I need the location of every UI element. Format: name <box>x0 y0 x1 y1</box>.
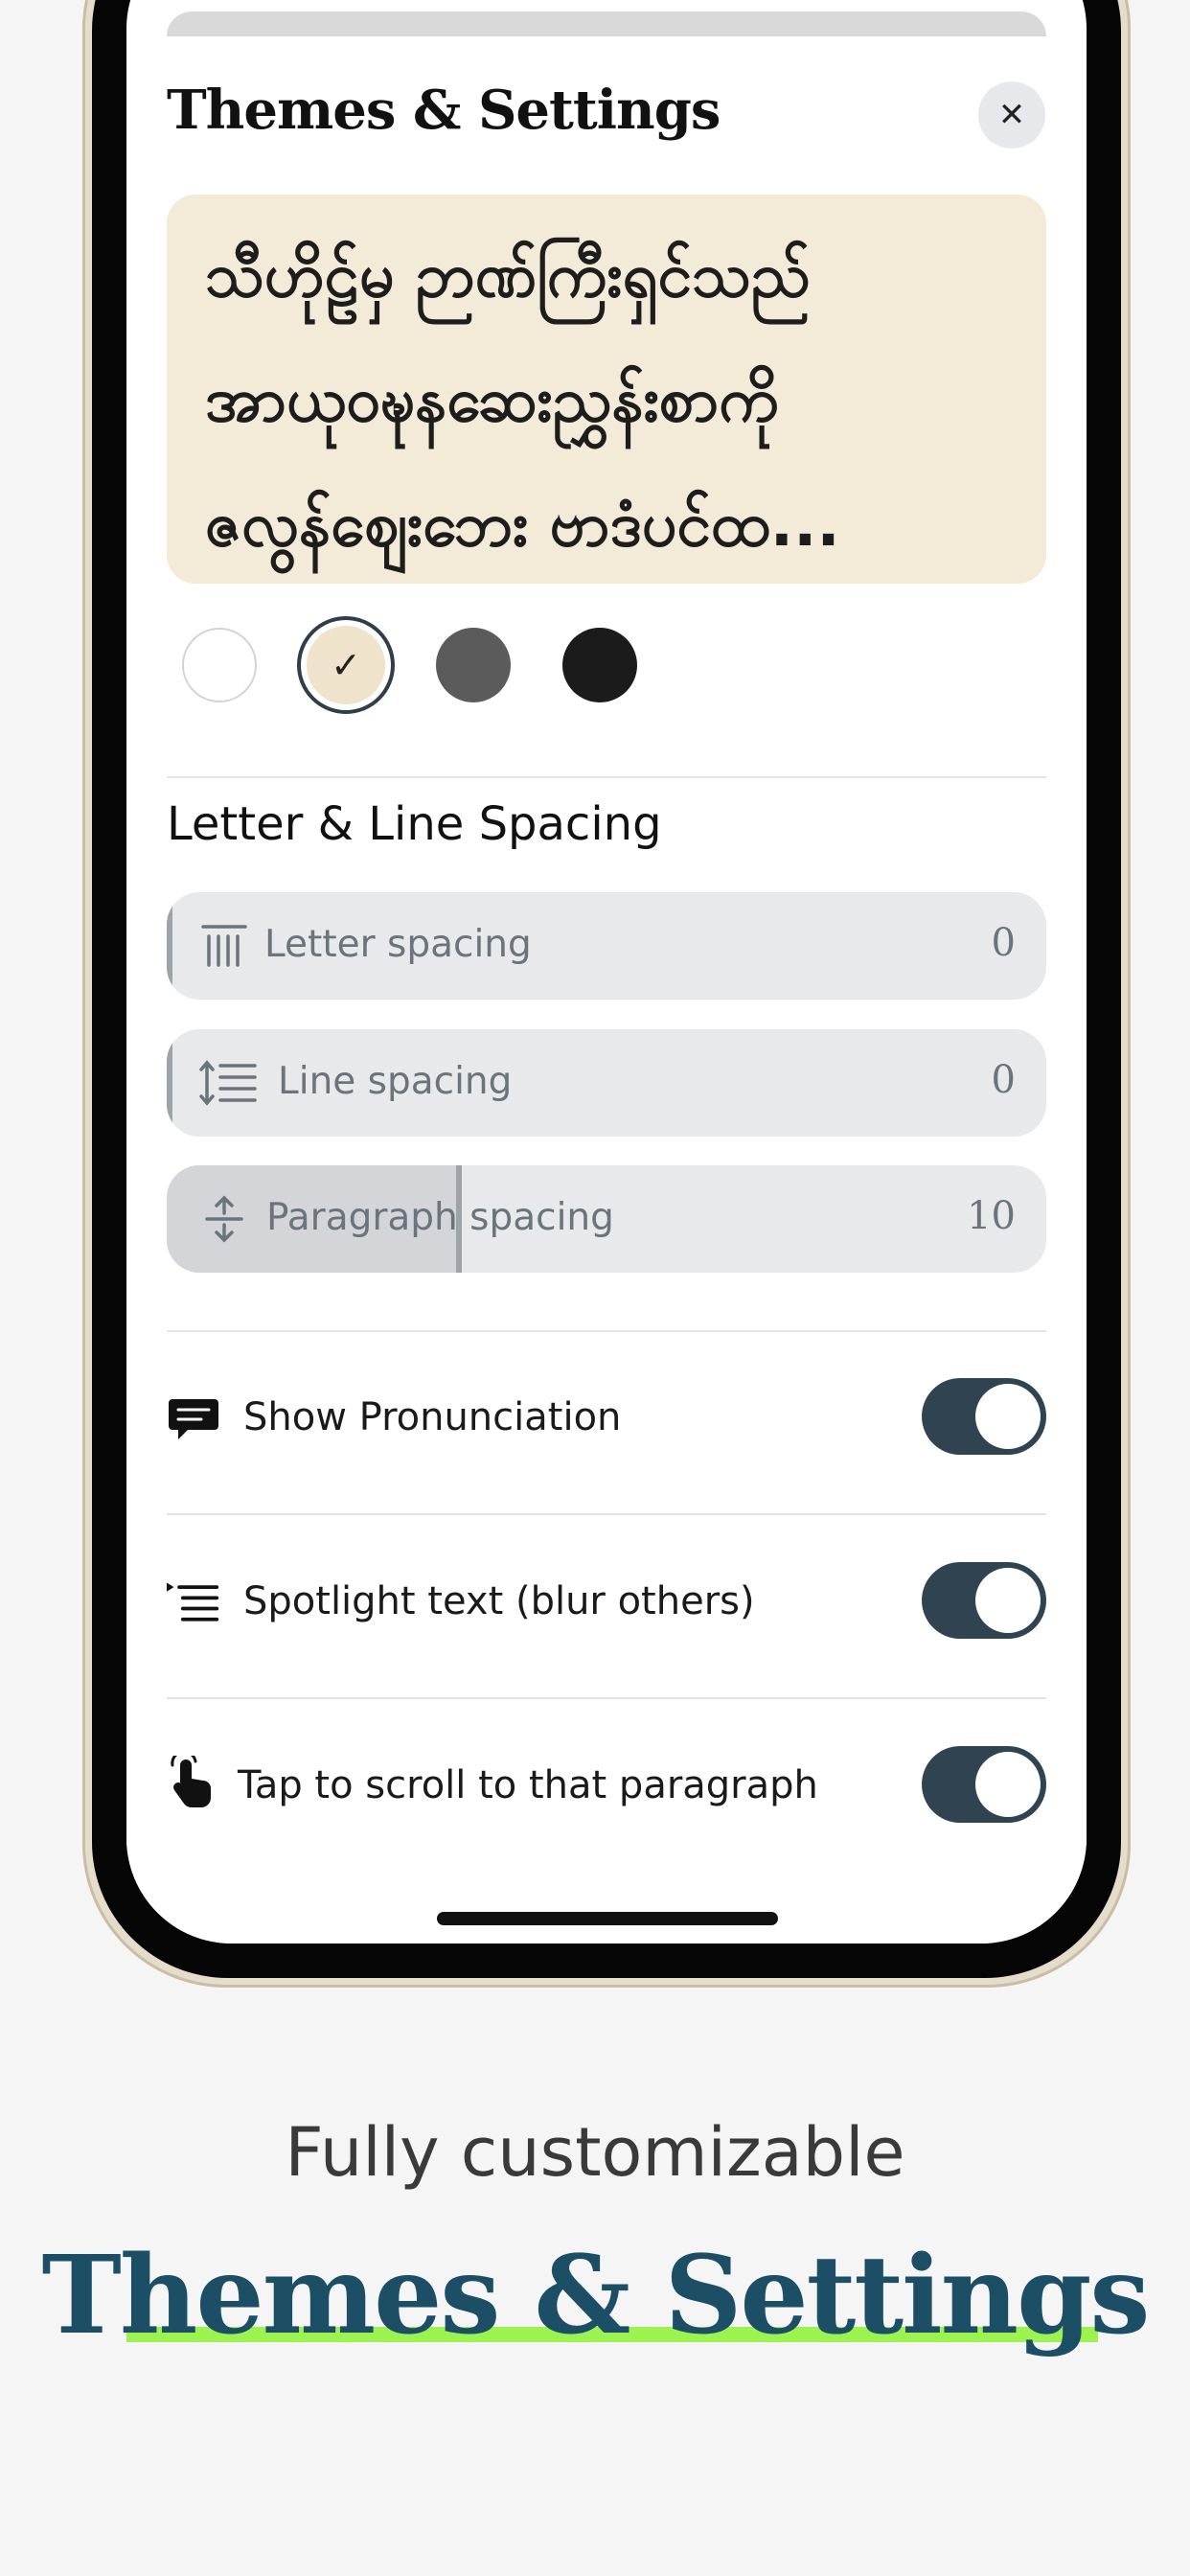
paragraph-spacing-value: 10 <box>967 1194 1016 1238</box>
slider-handle[interactable] <box>167 892 172 1000</box>
tap-to-scroll-row: Tap to scroll to that paragraph <box>167 1742 1046 1828</box>
divider <box>167 1513 1046 1515</box>
divider <box>167 776 1046 778</box>
divider <box>167 1697 1046 1699</box>
tap-to-scroll-label: Tap to scroll to that paragraph <box>238 1763 818 1807</box>
marketing-tagline: Fully customizable <box>285 2113 905 2192</box>
show-pronunciation-toggle[interactable] <box>922 1378 1046 1455</box>
theme-swatch-black[interactable] <box>562 628 637 702</box>
divider <box>167 1330 1046 1332</box>
spotlight-text-toggle[interactable] <box>922 1562 1046 1639</box>
tap-to-scroll-toggle[interactable] <box>922 1746 1046 1823</box>
letter-spacing-label: Letter spacing <box>264 923 532 966</box>
preview-line: ဇလွန်ဈေးဘေး ဗာဒံပင်ထ... <box>205 490 840 561</box>
theme-swatch-white[interactable] <box>182 628 257 702</box>
speech-bubble-icon <box>169 1399 218 1439</box>
letter-spacing-slider[interactable]: Letter spacing 0 <box>167 892 1046 1000</box>
line-spacing-icon <box>199 1060 257 1106</box>
line-spacing-label: Line spacing <box>278 1060 513 1103</box>
toggle-knob <box>975 1568 1041 1633</box>
close-icon: ✕ <box>997 96 1026 134</box>
checkmark-icon: ✓ <box>331 644 361 686</box>
line-spacing-slider[interactable]: Line spacing 0 <box>167 1029 1046 1137</box>
sheet-title: Themes & Settings <box>167 79 721 142</box>
preview-line: အာယုဝဍ္ဎနဆေးညွှန်းစာကို <box>205 365 779 436</box>
marketing-headline: Themes & Settings <box>41 2233 1151 2358</box>
theme-preview: သီဟိုဠ်မှ ဉာဏ်ကြီးရှင်သည် အာယုဝဍ္ဎနဆေးညွ… <box>167 195 1046 584</box>
letter-spacing-icon <box>201 925 247 967</box>
show-pronunciation-label: Show Pronunciation <box>243 1395 622 1439</box>
preview-line: သီဟိုဠ်မှ ဉာဏ်ကြီးရှင်သည် <box>205 241 811 311</box>
line-spacing-value: 0 <box>991 1058 1016 1102</box>
spotlight-text-row: Spotlight text (blur others) <box>167 1558 1046 1644</box>
paragraph-spacing-label: Paragraph spacing <box>266 1196 614 1239</box>
marketing-headline-wrap: Themes & Settings <box>0 2233 1190 2358</box>
toggle-knob <box>975 1384 1041 1449</box>
close-button[interactable]: ✕ <box>978 81 1045 149</box>
theme-swatch-gray[interactable] <box>436 628 511 702</box>
paragraph-spacing-icon <box>205 1195 243 1243</box>
toggle-knob <box>975 1752 1041 1817</box>
section-title: Letter & Line Spacing <box>167 797 662 851</box>
spotlight-list-icon <box>167 1582 219 1622</box>
home-indicator <box>437 1912 778 1925</box>
spotlight-text-label: Spotlight text (blur others) <box>243 1579 755 1623</box>
theme-swatch-sepia[interactable]: ✓ <box>307 626 385 704</box>
slider-handle[interactable] <box>167 1029 172 1137</box>
paragraph-spacing-slider[interactable]: Paragraph spacing 10 <box>167 1165 1046 1273</box>
tap-hand-icon <box>171 1756 211 1807</box>
letter-spacing-value: 0 <box>991 921 1016 965</box>
show-pronunciation-row: Show Pronunciation <box>167 1374 1046 1460</box>
